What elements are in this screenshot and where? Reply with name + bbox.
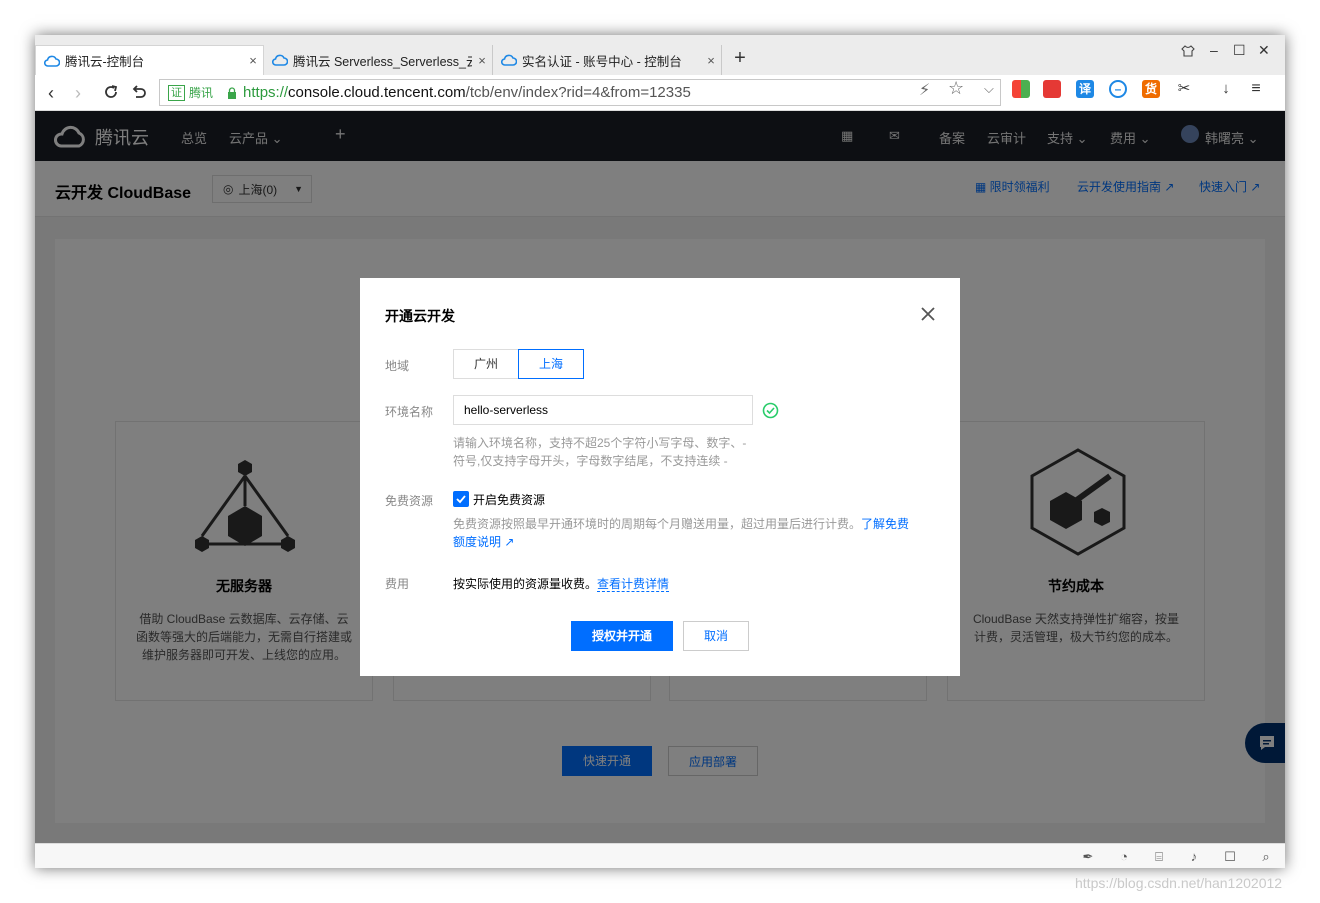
screenshot-stage: 腾讯云-控制台 × 腾讯云 Serverless_Serverless_云 × …: [0, 0, 1320, 903]
reload-icon[interactable]: [102, 83, 120, 101]
close-window-button[interactable]: ✕: [1258, 42, 1270, 59]
star-icon[interactable]: ☆: [948, 78, 964, 99]
open-cloudbase-dialog: 开通云开发 地域 广州 上海 环境名称 请输入环境名称，支持不超25个字符小写字…: [360, 278, 960, 676]
apps-grid-icon[interactable]: [1012, 80, 1030, 98]
url-field[interactable]: 证 腾讯 https://console.cloud.tencent.com/t…: [159, 79, 1001, 106]
zoom-icon[interactable]: ⌕: [1258, 849, 1274, 865]
free-resource-checkbox[interactable]: [453, 491, 469, 507]
free-resource-label: 免费资源: [385, 494, 434, 508]
tab-label: 实名认证 - 账号中心 - 控制台: [522, 54, 682, 69]
page-content: 腾讯云 总览 云产品 ⌄ + ▦ ✉ 备案 云审计 支持 ⌄ 费用 ⌄ 韩曙亮 …: [35, 111, 1285, 843]
free-quota-link[interactable]: 了解免费: [861, 517, 909, 531]
skin-icon[interactable]: [1181, 44, 1195, 58]
region-option-guangzhou[interactable]: 广州: [453, 349, 519, 379]
tab-close-icon[interactable]: ×: [243, 53, 263, 68]
free-help-line1: 免费资源按照最早开通环境时的周期每个月赠送用量，超过用量后进行计费。了解免费: [453, 515, 909, 533]
env-name-input[interactable]: [453, 395, 753, 425]
new-tab-button[interactable]: +: [731, 47, 749, 69]
volume-icon[interactable]: ♪: [1186, 849, 1202, 865]
tab-bar: 腾讯云-控制台 × 腾讯云 Serverless_Serverless_云 × …: [35, 35, 1285, 75]
env-name-label: 环境名称: [385, 405, 434, 419]
minimize-button[interactable]: –: [1210, 42, 1218, 58]
undo-icon[interactable]: [130, 83, 148, 101]
region-option-shanghai[interactable]: 上海: [518, 349, 584, 379]
checkmark-icon: [456, 495, 466, 504]
authorize-open-button[interactable]: 授权并开通: [571, 621, 673, 651]
lock-icon: [228, 86, 237, 99]
free-resource-checkbox-label[interactable]: 开启免费资源: [473, 491, 545, 508]
dropdown-icon[interactable]: ⌵: [984, 81, 994, 97]
tab-close-icon[interactable]: ×: [472, 53, 492, 68]
url-host: console.cloud.tencent.com: [288, 84, 466, 101]
fee-description: 按实际使用的资源量收费。查看计费详情: [453, 575, 670, 592]
check-circle-icon: [762, 402, 779, 419]
close-icon[interactable]: [918, 304, 938, 324]
url-path: /tcb/env/index?rid=4&from=12335: [465, 84, 691, 101]
tencent-cloud-icon: [272, 54, 288, 66]
free-quota-link-cont[interactable]: 额度说明: [453, 535, 501, 549]
address-bar: ‹ › 证 腾讯 https://console.cloud.tencent.c…: [35, 75, 1285, 111]
menu-icon[interactable]: ≡: [1247, 80, 1265, 98]
shopping-icon[interactable]: 货: [1142, 80, 1160, 98]
back-icon[interactable]: ‹: [40, 82, 62, 104]
cancel-button[interactable]: 取消: [683, 621, 749, 651]
tab-close-icon[interactable]: ×: [701, 53, 721, 68]
fee-text: 按实际使用的资源量收费。: [453, 577, 598, 591]
browser-window: 腾讯云-控制台 × 腾讯云 Serverless_Serverless_云 × …: [35, 35, 1285, 868]
tab-label: 腾讯云-控制台: [65, 55, 145, 69]
free-help-text: 免费资源按照最早开通环境时的周期每个月赠送用量，超过用量后进行计费。: [453, 517, 862, 531]
cert-badge: 证: [168, 84, 185, 101]
tab-serverless[interactable]: 腾讯云 Serverless_Serverless_云 ×: [264, 45, 493, 75]
minus-circle-icon[interactable]: –: [1109, 80, 1127, 98]
tab-tencent-console[interactable]: 腾讯云-控制台 ×: [35, 45, 264, 75]
scissors-icon[interactable]: ✂: [1175, 80, 1193, 98]
pin-icon[interactable]: ✒: [1080, 849, 1096, 865]
translate-icon[interactable]: 译: [1076, 80, 1094, 98]
region-label: 地域: [385, 359, 410, 373]
cert-org: 腾讯: [189, 86, 214, 100]
url-scheme: https://: [243, 84, 289, 101]
dialog-title: 开通云开发: [385, 308, 455, 324]
fee-label: 费用: [385, 577, 410, 591]
maximize-button[interactable]: ☐: [1233, 42, 1246, 59]
speed-icon[interactable]: ◔: [1116, 849, 1132, 865]
external-link-icon: ↗: [501, 535, 515, 549]
tab-realname[interactable]: 实名认证 - 账号中心 - 控制台 ×: [493, 45, 722, 75]
env-help-line1: 请输入环境名称，支持不超25个字符小写字母、数字、-: [453, 436, 747, 450]
pricing-details-link[interactable]: 查看计费详情: [597, 577, 670, 592]
download-icon[interactable]: ↓: [1217, 80, 1235, 98]
status-bar: ✒ ◔ ⌸ ♪ ☐ ⌕: [35, 843, 1285, 868]
lightning-icon[interactable]: ⚡: [919, 80, 930, 100]
forward-icon[interactable]: ›: [67, 82, 89, 104]
game-icon[interactable]: [1043, 80, 1061, 98]
watermark: https://blog.csdn.net/han1202012: [1075, 875, 1283, 891]
tencent-cloud-icon: [501, 54, 517, 66]
env-help-line2: 符号,仅支持字母开头，字母数字结尾，不支持连续 -: [453, 454, 728, 468]
trash-icon[interactable]: ⌸: [1151, 849, 1167, 865]
tencent-cloud-icon: [44, 55, 60, 67]
url-text: https://console.cloud.tencent.com/tcb/en…: [243, 84, 691, 101]
window-icon[interactable]: ☐: [1222, 849, 1238, 865]
free-help-line2: 额度说明 ↗: [453, 533, 514, 551]
tab-label: 腾讯云 Serverless_Serverless_云: [293, 54, 472, 69]
